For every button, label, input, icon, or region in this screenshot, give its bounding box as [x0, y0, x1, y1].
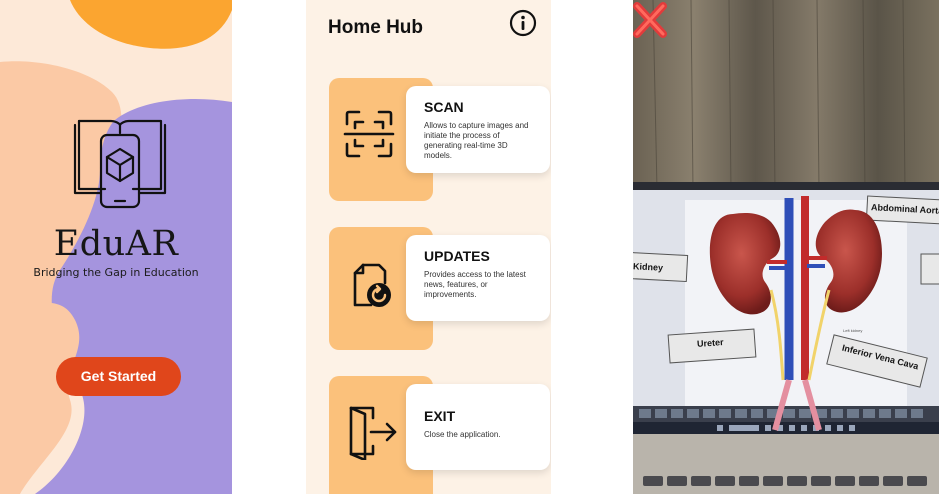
brand-name: EduAR	[53, 224, 179, 264]
scan-card-title: SCAN	[424, 99, 464, 115]
close-icon[interactable]	[633, 0, 667, 40]
label-kidney: Kidney	[633, 261, 664, 273]
camera-feed	[633, 0, 939, 494]
updates-card-description: Provides access to the latest news, feat…	[424, 270, 526, 299]
splash-screen: EduAR Bridging the Gap in Education Get …	[0, 0, 232, 494]
updates-icon	[353, 263, 391, 307]
exit-card-description: Close the application.	[424, 430, 501, 439]
updates-card-title: UPDATES	[424, 248, 490, 264]
app-logo	[73, 119, 167, 209]
ar-camera-view: Kidney Abdominal Aorta Ureter Inferior V…	[633, 0, 939, 494]
home-hub-screen: Home Hub SCAN Allows to capture images a…	[306, 0, 551, 494]
page-title: Home Hub	[328, 17, 423, 38]
updates-card-body: UPDATES Provides access to the latest ne…	[406, 235, 550, 321]
exit-icon	[349, 406, 397, 460]
info-icon[interactable]	[509, 9, 537, 37]
tagline: Bridging the Gap in Education	[33, 266, 199, 279]
get-started-button[interactable]: Get Started	[56, 357, 181, 396]
label-left-kidney: Left kidney	[843, 328, 863, 333]
exit-card-body: EXIT Close the application.	[406, 384, 550, 470]
exit-card-title: EXIT	[424, 408, 456, 424]
scan-icon	[343, 110, 395, 158]
scan-card-body: SCAN Allows to capture images and initia…	[406, 86, 550, 173]
label-ureter: Ureter	[696, 337, 724, 349]
scan-card-description: Allows to capture images and initiate th…	[424, 121, 529, 160]
